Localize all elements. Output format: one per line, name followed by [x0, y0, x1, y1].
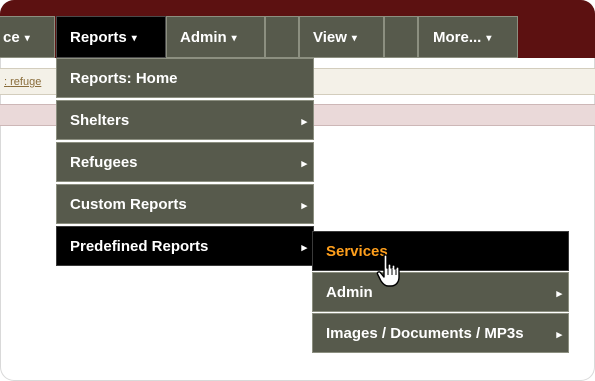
- hand-pointer-icon: [376, 254, 400, 287]
- chevron-right-icon: ▸: [301, 242, 307, 254]
- chevron-right-icon: ▸: [556, 288, 562, 300]
- menu-item-shelters[interactable]: Shelters ▸: [56, 100, 314, 140]
- menu-item-label: Refugees: [70, 153, 138, 171]
- menu-item-label: Admin: [326, 283, 373, 301]
- menu-item-label: Reports: Home: [70, 69, 178, 87]
- menu-item-blank-1[interactable]: [265, 16, 299, 58]
- menu-item-label: Custom Reports: [70, 195, 187, 213]
- chevron-down-icon: ▾: [351, 32, 357, 44]
- menu-item-admin[interactable]: Admin ▾: [166, 16, 265, 58]
- menu-label: Reports: [70, 28, 127, 46]
- menu-item-view[interactable]: View ▾: [299, 16, 384, 58]
- menu-label: ce: [3, 28, 20, 46]
- chevron-down-icon: ▾: [24, 32, 30, 44]
- chevron-down-icon: ▾: [486, 32, 492, 44]
- menu-item-label: Images / Documents / MP3s: [326, 324, 524, 342]
- main-menubar: ce ▾ Reports ▾ Admin ▾ View ▾ More... ▾: [0, 0, 595, 58]
- menu-item-label: Predefined Reports: [70, 237, 209, 255]
- menu-item-more[interactable]: More... ▾: [418, 16, 518, 58]
- app-window: ce ▾ Reports ▾ Admin ▾ View ▾ More... ▾ …: [0, 0, 595, 381]
- breadcrumb-separator: :: [4, 76, 8, 88]
- menu-label: View: [313, 28, 347, 46]
- menu-item-blank-2[interactable]: [384, 16, 418, 58]
- menu-item-label: Shelters: [70, 111, 130, 129]
- menu-label: Admin: [180, 28, 227, 46]
- menu-item-workspace[interactable]: ce ▾: [0, 16, 55, 58]
- chevron-right-icon: ▸: [301, 200, 307, 212]
- breadcrumb: : refuge: [4, 76, 41, 88]
- chevron-right-icon: ▸: [301, 158, 307, 170]
- chevron-right-icon: ▸: [556, 329, 562, 341]
- menu-item-admin-reports[interactable]: Admin ▸: [312, 272, 569, 312]
- menu-item-custom-reports[interactable]: Custom Reports ▸: [56, 184, 314, 224]
- chevron-right-icon: ▸: [301, 116, 307, 128]
- menu-item-reports[interactable]: Reports ▾: [56, 16, 166, 58]
- menu-item-reports-home[interactable]: Reports: Home: [56, 58, 314, 98]
- breadcrumb-link[interactable]: refuge: [10, 76, 41, 88]
- chevron-down-icon: ▾: [131, 32, 137, 44]
- menu-item-images-documents[interactable]: Images / Documents / MP3s ▸: [312, 313, 569, 353]
- chevron-down-icon: ▾: [231, 32, 237, 44]
- menu-item-services[interactable]: Services: [312, 231, 569, 271]
- menu-item-predefined-reports[interactable]: Predefined Reports ▸: [56, 226, 314, 266]
- menu-item-refugees[interactable]: Refugees ▸: [56, 142, 314, 182]
- menu-label: More...: [433, 28, 482, 46]
